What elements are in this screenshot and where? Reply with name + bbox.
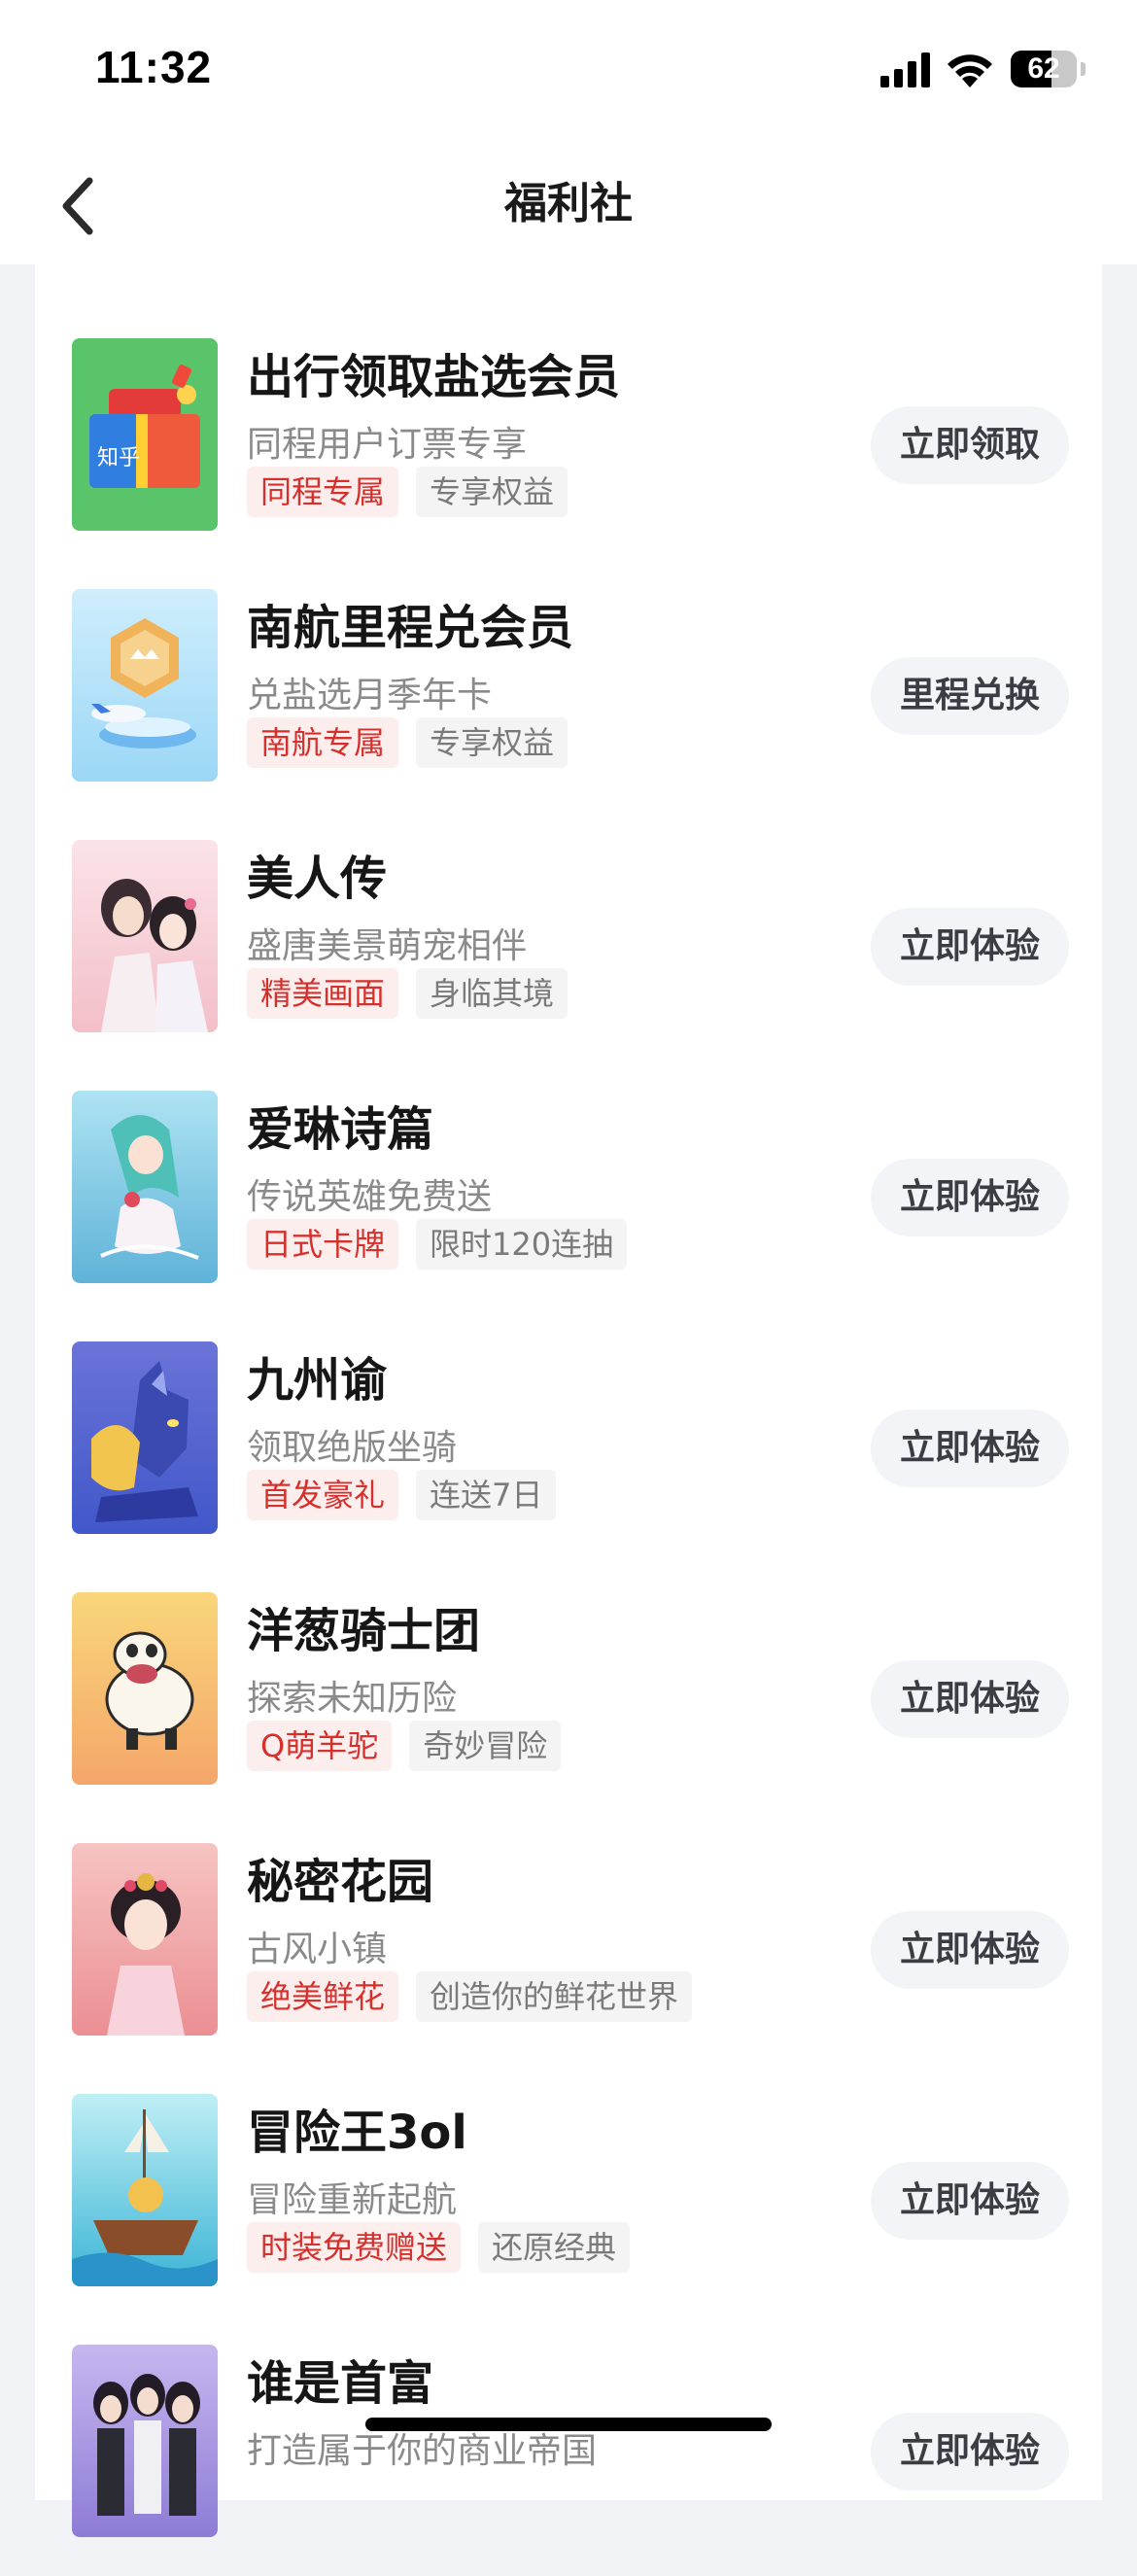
tag-secondary: 还原经典 — [478, 2222, 631, 2273]
item-subtitle: 盛唐美景萌宠相伴 — [247, 926, 528, 966]
list-item[interactable]: 南航里程兑会员 兑盐选月季年卡 南航专属 专享权益 里程兑换 — [35, 570, 1102, 820]
gift-box-thumbnail: 知乎 — [72, 338, 218, 531]
back-button[interactable] — [39, 167, 117, 245]
item-title: 冒险王3ol — [247, 2106, 467, 2160]
item-title: 谁是首富 — [247, 2356, 434, 2411]
try-now-button[interactable]: 立即体验 — [871, 2162, 1069, 2240]
tag-secondary: 奇妙冒险 — [409, 1721, 562, 1771]
tag-group: 日式卡牌 限时120连抽 — [247, 1219, 628, 1270]
tag-group: 时装免费赠送 还原经典 — [247, 2222, 631, 2273]
item-subtitle: 领取绝版坐骑 — [247, 1428, 458, 1468]
cellular-signal-icon — [880, 52, 930, 87]
status-bar: 11:32 62 — [0, 0, 1137, 144]
tag-primary: 精美画面 — [247, 968, 399, 1019]
game-art-thumbnail — [72, 2345, 218, 2537]
item-subtitle: 探索未知历险 — [247, 1679, 458, 1719]
try-now-button[interactable]: 立即体验 — [871, 1660, 1069, 1738]
tag-group: 绝美鲜花 创造你的鲜花世界 — [247, 1971, 693, 2022]
battery-level: 62 — [1027, 52, 1060, 85]
item-subtitle: 冒险重新起航 — [247, 2180, 458, 2220]
welfare-list: 知乎 出行领取盐选会员 同程用户订票专享 同程专属 专享权益 立即领取 南航里程… — [35, 264, 1102, 2537]
tag-secondary: 连送7日 — [416, 1470, 557, 1520]
tag-primary: 日式卡牌 — [247, 1219, 399, 1270]
list-item[interactable]: 知乎 出行领取盐选会员 同程用户订票专享 同程专属 专享权益 立即领取 — [35, 319, 1102, 570]
item-subtitle: 传说英雄免费送 — [247, 1177, 493, 1217]
item-title: 秘密花园 — [247, 1855, 434, 1909]
game-art-thumbnail — [72, 1592, 218, 1785]
tag-group: 精美画面 身临其境 — [247, 968, 568, 1019]
page-title: 福利社 — [504, 179, 633, 228]
item-subtitle: 同程用户订票专享 — [247, 425, 528, 465]
try-now-button[interactable]: 立即体验 — [871, 908, 1069, 986]
tag-secondary: 专享权益 — [416, 467, 568, 517]
tag-primary: 南航专属 — [247, 717, 399, 768]
tag-primary: 时装免费赠送 — [247, 2222, 462, 2273]
claim-button[interactable]: 立即领取 — [871, 406, 1069, 484]
item-title: 洋葱骑士团 — [247, 1604, 481, 1658]
battery-icon: 62 — [1011, 51, 1079, 87]
mileage-exchange-button[interactable]: 里程兑换 — [871, 657, 1069, 735]
item-title: 南航里程兑会员 — [247, 601, 574, 655]
list-item[interactable]: 秘密花园 古风小镇 绝美鲜花 创造你的鲜花世界 立即体验 — [35, 1824, 1102, 2074]
wifi-icon — [948, 54, 992, 87]
tag-primary: Q萌羊驼 — [247, 1721, 393, 1771]
chevron-left-icon — [62, 177, 93, 235]
try-now-button[interactable]: 立即体验 — [871, 1911, 1069, 1989]
tag-secondary: 限时120连抽 — [416, 1219, 628, 1270]
airplane-badge-thumbnail — [72, 589, 218, 782]
item-subtitle: 古风小镇 — [247, 1930, 388, 1969]
status-time: 11:32 — [95, 42, 213, 92]
item-subtitle: 兑盐选月季年卡 — [247, 676, 493, 715]
tag-secondary: 创造你的鲜花世界 — [416, 1971, 693, 2022]
svg-text:知乎: 知乎 — [97, 446, 140, 470]
tag-primary: 绝美鲜花 — [247, 1971, 399, 2022]
battery-cap — [1081, 62, 1085, 76]
tag-secondary: 身临其境 — [416, 968, 568, 1019]
list-item[interactable]: 洋葱骑士团 探索未知历险 Q萌羊驼 奇妙冒险 立即体验 — [35, 1573, 1102, 1824]
try-now-button[interactable]: 立即体验 — [871, 1410, 1069, 1487]
tag-group: 首发豪礼 连送7日 — [247, 1470, 557, 1520]
tag-group: 南航专属 专享权益 — [247, 717, 568, 768]
item-title: 出行领取盐选会员 — [247, 350, 621, 404]
list-item[interactable]: 冒险王3ol 冒险重新起航 时装免费赠送 还原经典 立即体验 — [35, 2074, 1102, 2325]
home-indicator — [365, 2418, 772, 2431]
game-art-thumbnail — [72, 1843, 218, 2036]
tag-secondary: 专享权益 — [416, 717, 568, 768]
tag-primary: 同程专属 — [247, 467, 399, 517]
game-art-thumbnail — [72, 2094, 218, 2286]
tag-group: Q萌羊驼 奇妙冒险 — [247, 1721, 562, 1771]
list-item[interactable]: 美人传 盛唐美景萌宠相伴 精美画面 身临其境 立即体验 — [35, 820, 1102, 1071]
tag-primary: 首发豪礼 — [247, 1470, 399, 1520]
try-now-button[interactable]: 立即体验 — [871, 2413, 1069, 2490]
list-item[interactable]: 谁是首富 打造属于你的商业帝国 立即体验 — [35, 2325, 1102, 2576]
game-art-thumbnail — [72, 840, 218, 1032]
try-now-button[interactable]: 立即体验 — [871, 1159, 1069, 1236]
item-title: 美人传 — [247, 852, 388, 906]
nav-bar: 福利社 — [0, 144, 1137, 264]
game-art-thumbnail — [72, 1091, 218, 1283]
item-title: 爱琳诗篇 — [247, 1102, 434, 1157]
list-item[interactable]: 爱琳诗篇 传说英雄免费送 日式卡牌 限时120连抽 立即体验 — [35, 1071, 1102, 1322]
list-item[interactable]: 九州谕 领取绝版坐骑 首发豪礼 连送7日 立即体验 — [35, 1322, 1102, 1573]
game-art-thumbnail — [72, 1341, 218, 1534]
tag-group: 同程专属 专享权益 — [247, 467, 568, 517]
item-title: 九州谕 — [247, 1353, 388, 1408]
